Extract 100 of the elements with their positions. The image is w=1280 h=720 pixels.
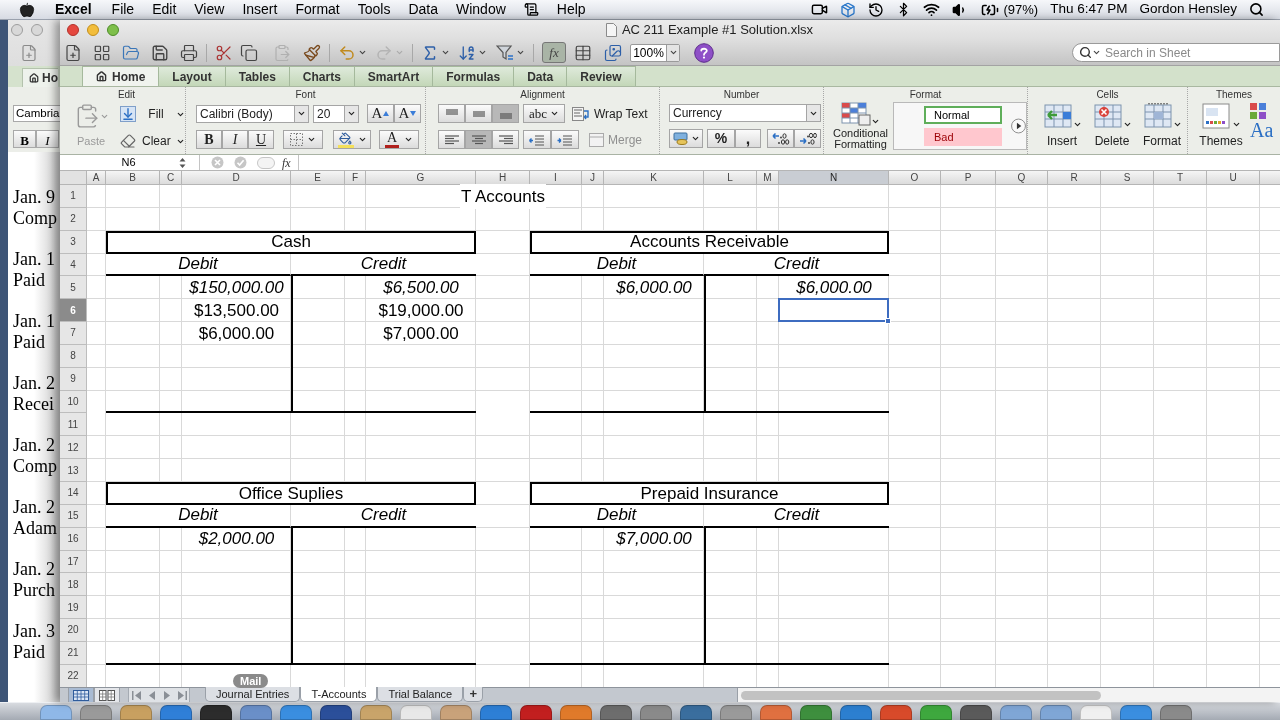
fill-button[interactable]: Fill [120, 105, 185, 123]
increase-indent-button[interactable] [551, 130, 579, 149]
user-name[interactable]: Gordon Hensley [1139, 0, 1237, 20]
app-icon[interactable] [200, 705, 232, 720]
copy-icon[interactable] [240, 43, 258, 62]
row-header[interactable]: 21 [60, 641, 87, 665]
table-icon[interactable] [574, 43, 592, 62]
clock-text[interactable]: Thu 6:47 PM [1050, 0, 1128, 20]
row-header[interactable]: 11 [60, 413, 87, 437]
folder-icon[interactable] [122, 43, 140, 62]
menu-item[interactable]: Data [408, 0, 438, 20]
decrease-decimal-button[interactable] [794, 129, 821, 148]
fill-handle-icon[interactable] [885, 318, 891, 325]
row-header[interactable]: 22 [60, 664, 87, 687]
first-sheet-icon[interactable] [131, 690, 142, 700]
row-header[interactable]: 8 [60, 344, 87, 368]
next-sheet-icon[interactable] [161, 690, 172, 700]
window-button-icon[interactable] [11, 24, 23, 36]
previous-sheet-icon[interactable] [146, 690, 157, 700]
italic-button[interactable]: I [222, 130, 248, 149]
ribbon-tab[interactable]: Tables [225, 66, 290, 86]
row-header[interactable]: 7 [60, 322, 87, 345]
font-color-button[interactable]: A [379, 130, 419, 149]
help-icon[interactable] [694, 42, 714, 63]
column-header[interactable]: J [582, 171, 604, 185]
row-header[interactable]: 2 [60, 207, 87, 231]
menu-item[interactable]: Window [456, 0, 506, 20]
scroll-icon[interactable] [523, 2, 539, 17]
caret-icon[interactable] [478, 48, 487, 57]
search-field[interactable]: Search in Sheet [1072, 43, 1280, 62]
ribbon-tab[interactable]: Review [567, 66, 636, 86]
last-sheet-icon[interactable] [176, 690, 187, 700]
row-header[interactable]: 14 [60, 481, 87, 505]
row-header[interactable]: 9 [60, 367, 87, 391]
row-header[interactable]: 1 [60, 185, 87, 208]
menu-item[interactable]: File [111, 0, 135, 20]
row-header[interactable]: 10 [60, 390, 87, 414]
caret-icon[interactable] [358, 48, 367, 57]
horizontal-scrollbar[interactable] [737, 688, 1280, 702]
play-icon[interactable] [1011, 118, 1026, 134]
cut-icon[interactable] [215, 43, 233, 62]
app-icon[interactable] [600, 705, 632, 720]
increase-decimal-button[interactable] [767, 129, 794, 148]
function-label[interactable]: fx [282, 153, 291, 172]
column-header[interactable]: H [476, 171, 530, 185]
filter-icon[interactable] [496, 43, 514, 62]
font-field[interactable]: Cambria [13, 105, 60, 122]
media-icon[interactable] [604, 43, 622, 62]
cells-format-button[interactable]: Format [1138, 103, 1186, 150]
app-icon[interactable] [960, 705, 992, 720]
row-header[interactable]: 3 [60, 230, 87, 254]
row-header[interactable]: 19 [60, 596, 87, 620]
column-header[interactable]: E [291, 171, 345, 185]
column-header[interactable]: C [160, 171, 182, 185]
grid-icon[interactable] [93, 43, 111, 62]
row-header[interactable]: 5 [60, 276, 87, 300]
menu-item[interactable]: Insert [242, 0, 278, 20]
number-format-field[interactable]: Currency [669, 104, 821, 122]
maximize-icon[interactable] [107, 24, 119, 36]
scrollbar-thumb[interactable] [741, 690, 1101, 700]
underline-button[interactable]: U [248, 130, 274, 149]
add-sheet-button[interactable]: + [463, 687, 484, 702]
search-icon[interactable] [1249, 2, 1264, 17]
column-header[interactable]: Q [996, 171, 1048, 185]
minimize-icon[interactable] [87, 24, 99, 36]
wrap-text-button[interactable]: Wrap Text [572, 104, 648, 123]
app-icon[interactable] [320, 705, 352, 720]
row-header[interactable]: 15 [60, 504, 87, 528]
ribbon-tab[interactable]: Home [82, 66, 160, 86]
bold-button[interactable]: B [13, 130, 36, 148]
horizontal-align-button[interactable] [438, 130, 465, 149]
row-header[interactable]: 13 [60, 459, 87, 482]
cells-insert-button[interactable]: Insert [1038, 103, 1086, 150]
caret-icon[interactable] [516, 48, 525, 57]
column-header[interactable]: T [1154, 171, 1207, 185]
clear-button[interactable]: Clear [120, 132, 185, 150]
apple-icon[interactable] [19, 1, 35, 18]
column-header[interactable]: F [345, 171, 366, 185]
history-icon[interactable] [868, 1, 885, 18]
orientation-button[interactable]: abc [523, 104, 565, 123]
ribbon-tab[interactable]: Formulas [433, 66, 515, 86]
row-header[interactable]: 12 [60, 436, 87, 460]
grow-font-button[interactable]: A [367, 104, 394, 123]
font-family-field[interactable]: Calibri (Body) [196, 104, 309, 123]
menu-item[interactable]: View [194, 0, 225, 20]
column-header[interactable]: I [530, 171, 582, 185]
comma-style-button[interactable]: , [735, 129, 761, 148]
ribbon-tab[interactable]: SmartArt [354, 66, 434, 86]
paintbrush-icon[interactable] [303, 43, 321, 62]
column-header[interactable]: O [889, 171, 941, 185]
print-icon[interactable] [180, 43, 198, 62]
themes-button[interactable]: Themes [1198, 103, 1244, 150]
vertical-align-button[interactable] [465, 104, 492, 123]
borders-button[interactable] [283, 130, 323, 149]
cell-style-option[interactable]: Bad [924, 128, 1002, 146]
menu-item[interactable]: Help [556, 0, 586, 20]
name-box[interactable]: N6 [60, 155, 177, 170]
app-menu[interactable]: Excel [55, 0, 92, 20]
column-header[interactable]: R [1048, 171, 1101, 185]
zoom-field[interactable]: 100% [630, 43, 680, 62]
